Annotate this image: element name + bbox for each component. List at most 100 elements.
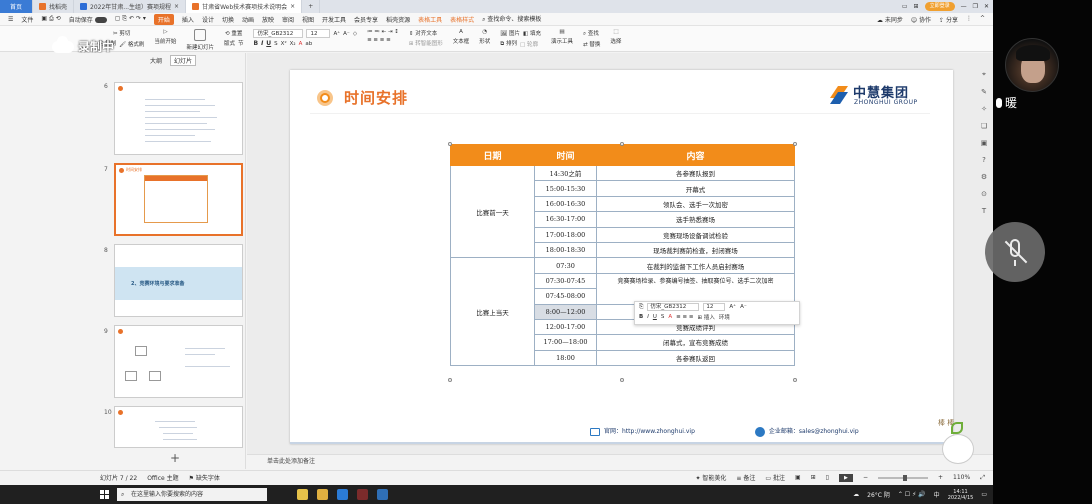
slideshow-play-icon[interactable]: ▶	[838, 473, 853, 482]
notification-icon[interactable]: ▭	[981, 491, 987, 498]
star-icon[interactable]: ✧	[981, 105, 987, 113]
hamburger-icon[interactable]: ☰	[8, 16, 13, 23]
tab-docer[interactable]: 找稻壳	[33, 0, 75, 13]
theme-name[interactable]: Office 主题	[147, 473, 178, 482]
missing-font-button[interactable]: ⚑ 缺失字体	[189, 473, 220, 482]
text-icon[interactable]: T	[982, 207, 986, 215]
windows-start-icon[interactable]	[100, 490, 109, 499]
menu-design[interactable]: 设计	[202, 15, 214, 24]
menu-slideshow[interactable]: 放映	[262, 15, 274, 24]
menu-insert[interactable]: 插入	[182, 15, 194, 24]
menu-table-style[interactable]: 表格样式	[450, 15, 474, 24]
tab-outline[interactable]: 大纲	[150, 56, 162, 65]
collab-button[interactable]: ☺ 协作	[911, 15, 931, 24]
cut-button[interactable]: ✂ 剪切	[113, 29, 130, 37]
highlight-icon[interactable]: ab	[305, 41, 312, 47]
content-cell[interactable]: 竞赛现场设备调试检验	[596, 226, 795, 243]
content-cell[interactable]: 选手熟悉赛场	[596, 211, 795, 228]
sync-button[interactable]: ☁ 未同步	[877, 15, 903, 24]
time-cell[interactable]: 12:00-17:00	[534, 318, 597, 336]
copy-icon[interactable]: ⎘	[639, 304, 643, 311]
time-cell-selected[interactable]: 8:00—12:00	[534, 303, 597, 320]
align-text-button[interactable]: ⇕ 对齐文本	[409, 29, 437, 37]
resize-handle[interactable]	[448, 142, 452, 146]
restore-icon[interactable]: ❐	[973, 3, 978, 10]
view-sorter-icon[interactable]: ⊞	[811, 474, 816, 481]
resize-handle[interactable]	[793, 378, 797, 382]
view-normal-icon[interactable]: ▣	[795, 474, 801, 481]
presentation-tools-group[interactable]: ▤ 演示工具	[546, 29, 578, 45]
tray-icons[interactable]: ⌃ ☐ ⚡ 🔊	[898, 491, 926, 498]
fill-button[interactable]: ◧ 填充	[523, 29, 541, 37]
more-icon[interactable]: ⋮	[966, 15, 972, 24]
float-font-size[interactable]: 12	[703, 303, 726, 311]
font-grow-icon[interactable]: A⁺	[729, 304, 736, 310]
float-font-name[interactable]: 仿宋_GB2312	[647, 303, 700, 311]
shape-group[interactable]: ◔ 形状	[474, 29, 495, 45]
weather-text[interactable]: 26°C 阴	[867, 490, 890, 499]
quick-access-icons[interactable]: ▣ ⎙ ⟲	[41, 15, 60, 23]
content-cell[interactable]: 各参赛队报到	[596, 164, 795, 182]
taskbar-search[interactable]: 在这里输入你要搜索的内容	[117, 488, 267, 501]
slide-thumbnail-7[interactable]: 时间安排	[114, 163, 243, 236]
time-cell[interactable]: 18:00-18:30	[534, 241, 597, 259]
content-cell[interactable]: 现场裁判赛前检查，封闭赛场	[596, 241, 795, 259]
font-color-icon[interactable]: A	[668, 314, 672, 320]
resize-handle[interactable]	[448, 378, 452, 382]
smart-graphics-button[interactable]: ⊞ 转智能图形	[409, 39, 443, 47]
autosave-toggle[interactable]: 自动保存	[69, 15, 107, 24]
tab-presentation[interactable]: 甘肃省Web技术赛项技术说明会 ×	[186, 0, 303, 13]
layers-icon[interactable]: ❏	[981, 122, 987, 130]
schedule-table[interactable]: 日期 时间 内容 比赛前一天 14:30之前 各参赛队报到 15:00-15:3…	[450, 144, 795, 367]
select-group[interactable]: ⬚ 选择	[605, 29, 626, 45]
smart-beautify-button[interactable]: ✦ 智能美化	[695, 473, 726, 482]
layout-icon[interactable]: ▭	[902, 3, 908, 10]
pin-icon[interactable]: ⌖	[982, 70, 986, 79]
header-time[interactable]: 时间	[534, 144, 597, 166]
find-button[interactable]: ⌕ 查找	[583, 29, 599, 38]
slide-thumbnail-10[interactable]	[114, 406, 243, 448]
menu-developer[interactable]: 开发工具	[322, 15, 346, 24]
zoom-out-icon[interactable]: −	[863, 474, 868, 481]
minimize-icon[interactable]: —	[961, 3, 967, 10]
close-icon[interactable]: ×	[174, 3, 179, 10]
add-slide-button[interactable]: +	[170, 451, 180, 465]
time-cell[interactable]: 18:00	[534, 349, 597, 367]
menu-start[interactable]: 开始	[153, 13, 174, 25]
menu-review[interactable]: 审阅	[282, 15, 294, 24]
menu-docer-resources[interactable]: 稻壳资源	[386, 15, 410, 24]
reset-button[interactable]: ⟲ 重置	[225, 29, 242, 37]
notes-toggle[interactable]: ≡ 备注	[736, 473, 755, 482]
time-cell[interactable]: 07:45-08:00	[534, 288, 597, 305]
textbox-group[interactable]: A 文本框	[448, 29, 475, 45]
help-icon[interactable]: ?	[982, 156, 986, 164]
slide-thumbnail-8[interactable]: 2、竞赛环境与要求准备	[114, 244, 243, 317]
tab-home[interactable]: 首页	[0, 0, 34, 13]
align-icons[interactable]: ≡ ≡ ≡	[676, 314, 693, 320]
from-current-group[interactable]: ▷ 当前开始	[149, 29, 181, 45]
date-cell[interactable]: 比赛上当天	[450, 257, 535, 367]
header-date[interactable]: 日期	[450, 144, 535, 166]
time-cell[interactable]: 17:00—18:00	[534, 334, 597, 351]
ime-indicator[interactable]: 中	[934, 490, 940, 499]
vscode-icon[interactable]	[337, 489, 348, 500]
close-icon[interactable]: ×	[290, 3, 295, 10]
login-button[interactable]: 立即登录	[924, 2, 955, 11]
chrome-icon[interactable]	[297, 489, 308, 500]
weather-icon[interactable]: ☁	[853, 491, 859, 498]
close-window-icon[interactable]: ✕	[984, 3, 989, 10]
share-button[interactable]: ⇪ 分享	[939, 15, 958, 24]
section-button[interactable]: 节	[238, 39, 244, 47]
command-search[interactable]: ⌕ 查找命令、搜索模板	[482, 14, 541, 24]
resize-handle[interactable]	[620, 378, 624, 382]
collapse-ribbon-icon[interactable]: ^	[980, 15, 985, 24]
location-icon[interactable]: ⊙	[981, 190, 987, 198]
time-cell[interactable]: 07:30	[534, 257, 597, 274]
brush-icon[interactable]: ✎	[981, 88, 987, 96]
slide-title[interactable]: 时间安排	[344, 87, 408, 108]
picture-icon[interactable]: ▣	[981, 139, 988, 147]
strikethrough-icon[interactable]: S	[274, 41, 278, 47]
new-tab-button[interactable]: +	[302, 0, 321, 13]
tab-slides[interactable]: 幻灯片	[170, 54, 197, 66]
clear-format-icon[interactable]: ◇	[353, 31, 357, 37]
